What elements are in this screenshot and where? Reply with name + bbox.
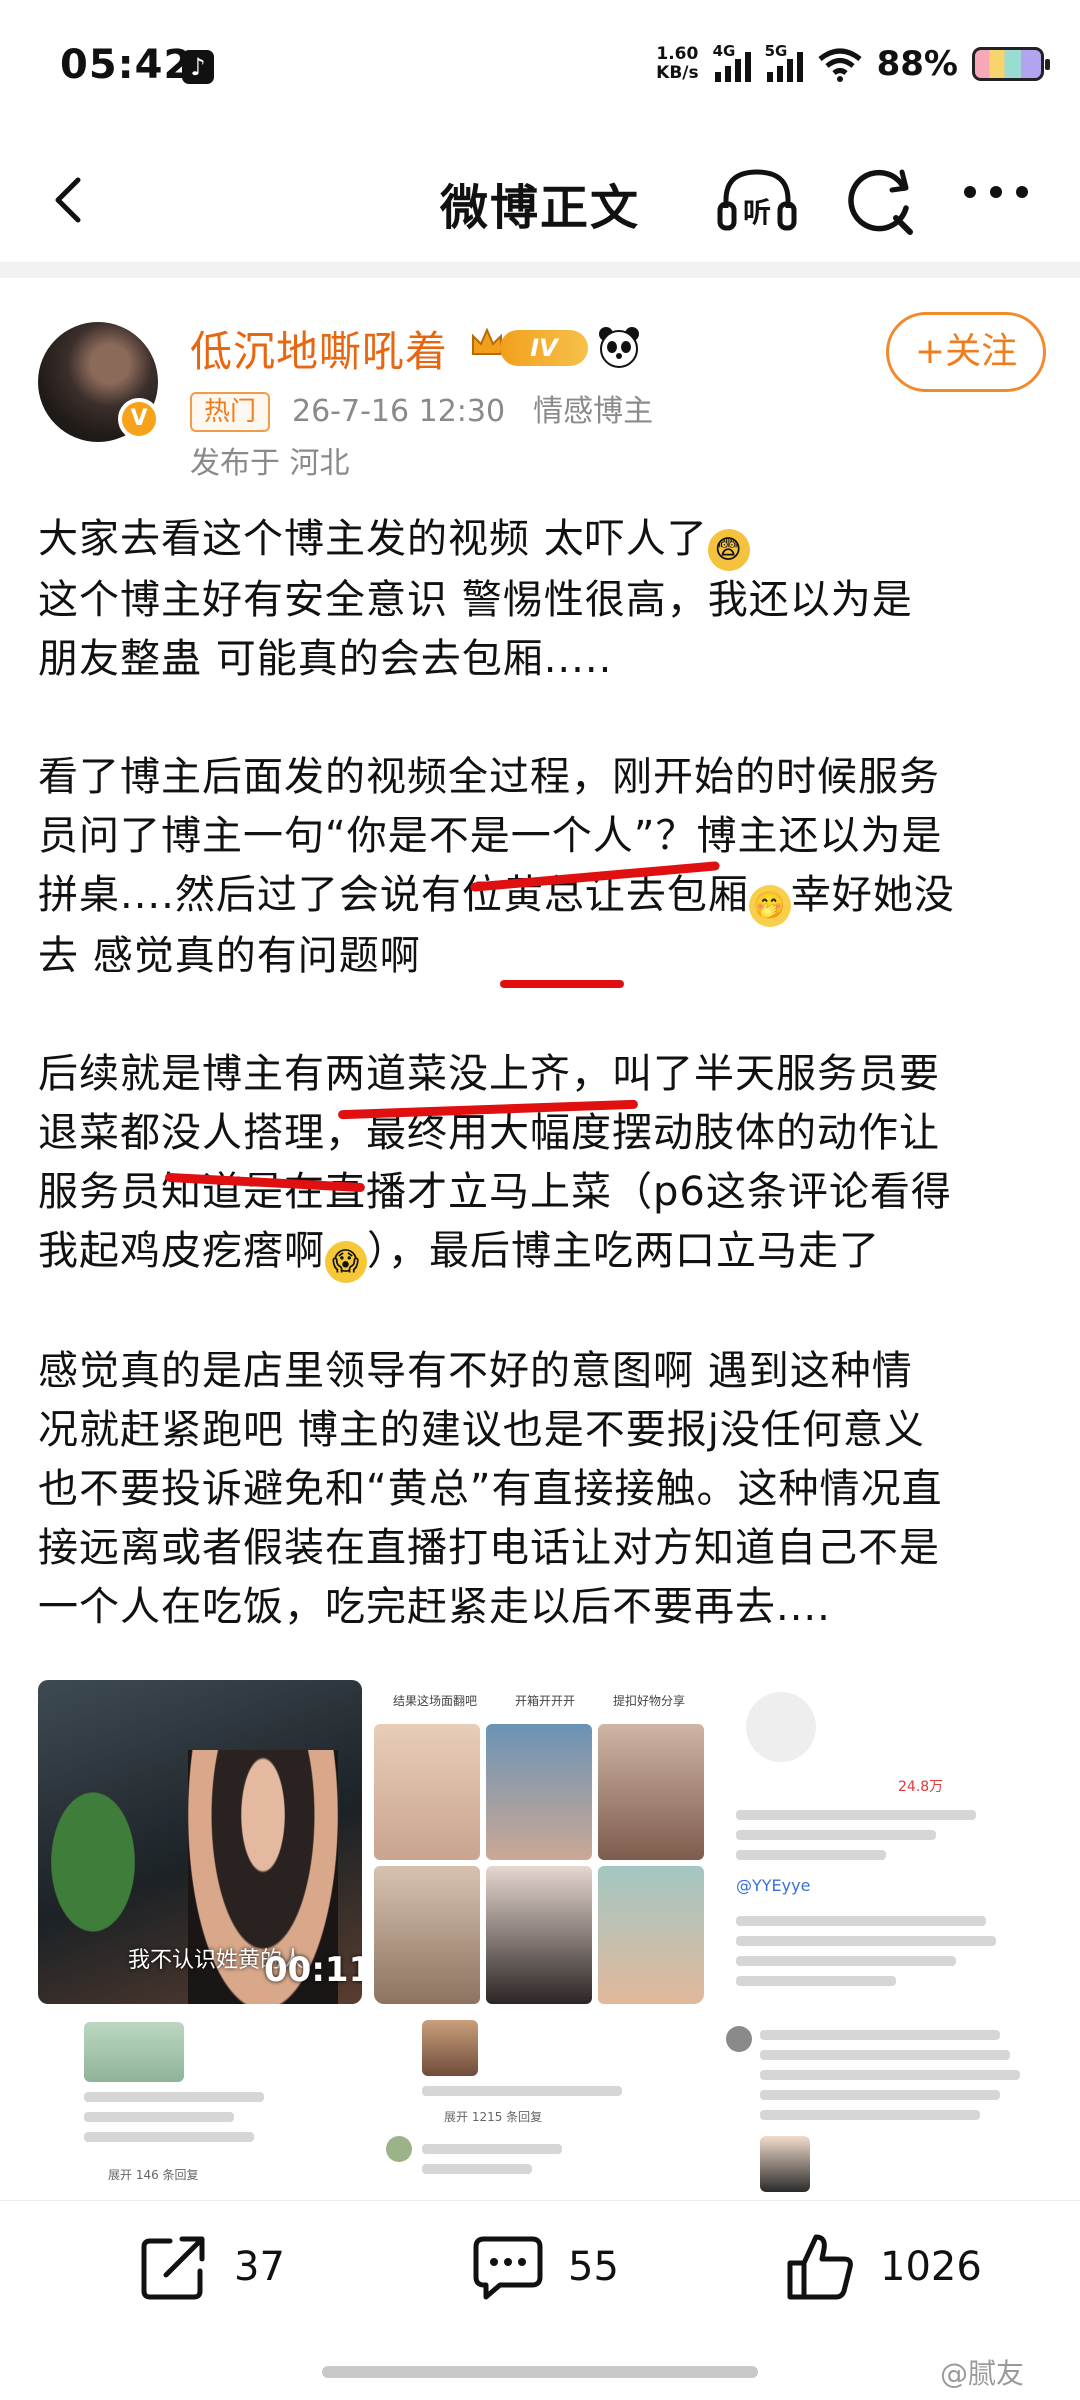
like-count: 1026 xyxy=(880,2244,982,2290)
post-text-line: ），最后博主吃两口立马走了 xyxy=(367,1228,880,1274)
comment-button[interactable]: 55 xyxy=(470,2229,619,2305)
signal-4g-icon: 4G xyxy=(713,42,751,82)
post-image-4[interactable]: 展开 146 条回复 xyxy=(38,2016,362,2192)
post-image-2[interactable]: 结果这场面翻吧 开箱开开开 提扣好物分享 xyxy=(374,1680,704,2004)
verified-badge-icon: V xyxy=(118,398,160,440)
post-image-video[interactable]: 我不认识姓黄的人 00:11 xyxy=(38,1680,362,2004)
hand-over-mouth-emoji-icon: 🤭 xyxy=(748,885,791,927)
image-expand-replies: 展开 1215 条回复 xyxy=(444,2110,543,2124)
post-text-line: 后续就是博主有两道菜没上齐，叫了半天服务员要 xyxy=(38,1051,940,1097)
watermark: @腻友 xyxy=(940,2357,1025,2390)
post-image-5[interactable]: 展开 1215 条回复 xyxy=(374,2016,704,2192)
signal-5g-label: 5G xyxy=(764,42,788,60)
signal-5g-icon: 5G xyxy=(765,42,803,82)
post-image-6[interactable] xyxy=(716,2016,1042,2192)
post-text-line: 去 感觉真的有问题啊 xyxy=(38,933,421,979)
home-indicator[interactable] xyxy=(322,2366,758,2378)
net-speed: 1.60 KB/s xyxy=(656,45,698,83)
svg-text:听: 听 xyxy=(743,196,771,229)
author-name[interactable]: 低沉地嘶吼着 xyxy=(190,318,448,379)
signal-4g-label: 4G xyxy=(712,42,736,60)
divider xyxy=(0,262,1080,278)
comment-icon xyxy=(473,2236,543,2300)
post-text-line: 朋友整蛊 可能真的会去包厢..... xyxy=(38,636,613,682)
tiktok-notification-icon: ♪ xyxy=(182,50,214,84)
net-speed-value: 1.60 xyxy=(656,44,699,64)
post-text-line: 看了博主后面发的视频全过程，刚开始的时候服务 xyxy=(38,754,940,800)
image-tab: 结果这场面翻吧 xyxy=(392,1693,477,1708)
status-icons: 1.60 KB/s 4G 5G 88% xyxy=(656,42,1050,84)
post-text-line: 感觉真的是店里领导有不好的意图啊 遇到这种情 xyxy=(38,1348,913,1394)
post-text-line: 幸好她没 xyxy=(790,872,955,918)
post-text-line: 服务员知道是在直播才立马上菜（p6这条评论看得 xyxy=(38,1169,952,1215)
post-text-line: 也不要投诉避免和“黄总”有直接接触。这种情况直 xyxy=(38,1466,943,1512)
status-bar: 05:42 ♪ 1.60 KB/s 4G 5G 88% xyxy=(0,0,1080,140)
level-badge: IV xyxy=(500,330,588,366)
follow-button[interactable]: +关注 xyxy=(886,312,1046,392)
share-icon xyxy=(141,2236,205,2300)
shocked-face-emoji-icon: 😨 xyxy=(707,529,750,571)
image-tab: 开箱开开开 xyxy=(514,1693,575,1708)
panda-icon xyxy=(599,327,639,368)
post-text-line: 况就赶紧跑吧 博主的建议也是不要报j没任何意义 xyxy=(38,1407,925,1453)
post-meta: 26-7-16 12:30 情感博主 xyxy=(292,392,681,432)
post-text-line: 大家去看这个博主发的视频 太吓人了 xyxy=(38,516,708,562)
thumbs-up-icon xyxy=(787,2234,853,2300)
red-underline-mark xyxy=(500,980,624,988)
refresh-search-icon[interactable] xyxy=(842,162,918,238)
post-text-line: 拼桌....然后过了会说有位黄总让去包厢 xyxy=(38,872,749,918)
image-tab: 提扣好物分享 xyxy=(612,1693,685,1708)
post-text-line: 退菜都没人搭理，最终用大幅度摆动肢体的动作让 xyxy=(38,1110,940,1156)
post-body: 大家去看这个博主发的视频 太吓人了 😨 这个博主好有安全意识 警惕性很高，我还以为… xyxy=(38,510,1048,1637)
battery-percent: 88% xyxy=(876,44,958,84)
post-text-line: 员问了博主一句“你是不是一个人”？博主还以为是 xyxy=(38,813,943,859)
image-expand-replies: 展开 146 条回复 xyxy=(108,2168,199,2182)
like-button[interactable]: 1026 xyxy=(782,2229,982,2305)
status-time: 05:42 xyxy=(60,42,193,88)
image-tabbar: 结果这场面翻吧 开箱开开开 提扣好物分享 xyxy=(374,1680,704,1720)
image-reply-name: @YYEyye xyxy=(736,1876,811,1895)
post-image-3[interactable]: 24.8万 @YYEyye xyxy=(716,1680,1042,2004)
post-datetime: 26-7-16 12:30 xyxy=(292,394,506,429)
action-bar: 37 55 1026 xyxy=(0,2200,1080,2330)
listen-icon[interactable]: 听 xyxy=(716,164,798,236)
post-text-line: 我起鸡皮疙瘩啊 xyxy=(38,1228,325,1274)
share-count: 37 xyxy=(234,2244,285,2290)
post-location: 发布于 河北 xyxy=(190,446,350,481)
image-like-count: 24.8万 xyxy=(898,1779,944,1795)
net-speed-unit: KB/s xyxy=(656,63,699,83)
post-text-line: 一个人在吃饭，吃完赶紧走以后不要再去.... xyxy=(38,1584,831,1630)
video-duration: 00:11 xyxy=(264,1950,362,1990)
page-title: 微博正文 xyxy=(439,180,640,236)
screaming-face-emoji-icon: 😱 xyxy=(325,1241,367,1283)
share-button[interactable]: 37 xyxy=(136,2229,285,2305)
post-text-line: 这个博主好有安全意识 警惕性很高，我还以为是 xyxy=(38,577,913,623)
more-icon[interactable] xyxy=(964,186,1036,210)
crown-icon xyxy=(472,327,502,355)
hot-tag: 热门 xyxy=(190,392,271,432)
author-category: 情感博主 xyxy=(533,394,654,429)
nav-bar: 微博正文 听 xyxy=(0,140,1080,260)
post-text-line: 接远离或者假装在直播打电话让对方知道自己不是 xyxy=(38,1525,940,1571)
comment-count: 55 xyxy=(568,2244,619,2290)
wifi-icon xyxy=(817,46,863,82)
battery-icon xyxy=(972,47,1050,81)
